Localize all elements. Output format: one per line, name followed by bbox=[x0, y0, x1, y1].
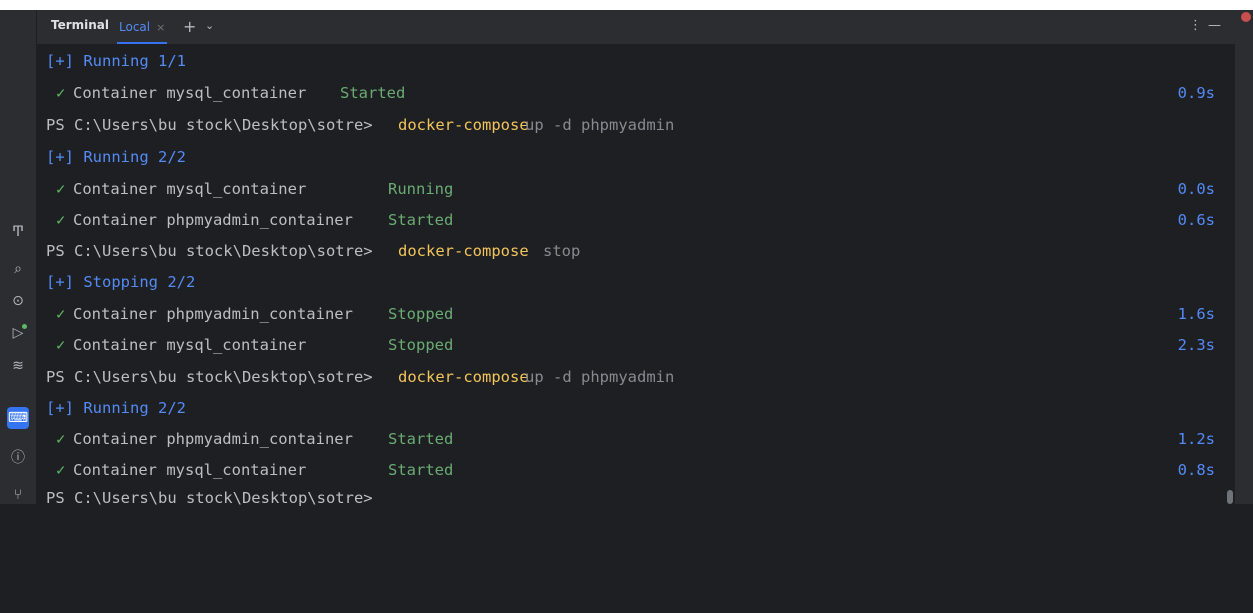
problems-icon[interactable]: ⓘ bbox=[7, 446, 29, 468]
container-state: Started bbox=[388, 211, 454, 229]
active-tab-indicator bbox=[117, 42, 168, 44]
record-icon[interactable] bbox=[1241, 12, 1251, 22]
terminal-icon[interactable]: ⌨ bbox=[7, 407, 29, 429]
check-icon: ✓ bbox=[56, 305, 66, 323]
elapsed-time: 0.9s bbox=[1177, 84, 1215, 102]
container-state: Running bbox=[388, 180, 454, 198]
terminal-line: ✓ Container phpmyadmin_container Started… bbox=[46, 207, 1221, 233]
command-args: up -d phpmyadmin bbox=[525, 116, 675, 134]
terminal-line: ✓ Container phpmyadmin_container Stopped… bbox=[46, 301, 1221, 327]
check-icon: ✓ bbox=[56, 84, 66, 102]
tab-local[interactable]: Local × bbox=[117, 10, 168, 44]
terminal-line: PS C:\Users\bu stock\Desktop\sotre> dock… bbox=[46, 112, 1221, 138]
terminal-line: ✓ Container mysql_container Running 0.0s bbox=[46, 176, 1221, 202]
container-name: Container phpmyadmin_container bbox=[73, 430, 353, 448]
command-text: docker-compose bbox=[398, 242, 529, 260]
terminal-line: PS C:\Users\bu stock\Desktop\sotre> dock… bbox=[46, 364, 1221, 390]
container-state: Stopped bbox=[388, 336, 454, 354]
terminal-line: PS C:\Users\bu stock\Desktop\sotre> bbox=[46, 485, 1221, 511]
terminal-line: [+] Running 1/1 bbox=[46, 48, 1221, 74]
command-text: docker-compose bbox=[398, 116, 529, 134]
chevron-down-icon[interactable]: ⌄ bbox=[205, 19, 214, 32]
status-text: [+] Running 1/1 bbox=[46, 52, 186, 70]
play-icon[interactable]: ⊙ bbox=[7, 290, 29, 312]
close-icon[interactable]: × bbox=[156, 21, 165, 34]
tool-window-sidebar: Ͳ ⌕ ⊙ ▷ ≋ ⌨ ⓘ ⑂ bbox=[0, 10, 37, 504]
prompt-text: PS C:\Users\bu stock\Desktop\sotre> bbox=[46, 242, 373, 260]
terminal-line: [+] Running 2/2 bbox=[46, 395, 1221, 421]
terminal-line: [+] Running 2/2 bbox=[46, 144, 1221, 170]
terminal-line: ✓ Container mysql_container Started 0.8s bbox=[46, 457, 1221, 483]
elapsed-time: 0.6s bbox=[1177, 211, 1215, 229]
more-options-icon[interactable]: ⋮ bbox=[1189, 18, 1208, 33]
terminal-line: ✓ Container mysql_container Started 0.9s bbox=[46, 80, 1221, 106]
new-tab-button[interactable]: + bbox=[183, 17, 196, 36]
container-name: Container phpmyadmin_container bbox=[73, 305, 353, 323]
container-state: Started bbox=[388, 461, 454, 479]
container-state: Stopped bbox=[388, 305, 454, 323]
window-top-strip bbox=[0, 0, 1253, 10]
terminal-line: ✓ Container mysql_container Stopped 2.3s bbox=[46, 332, 1221, 358]
container-name: Container phpmyadmin_container bbox=[73, 211, 353, 229]
command-args: up -d phpmyadmin bbox=[525, 368, 675, 386]
elapsed-time: 1.6s bbox=[1177, 305, 1215, 323]
container-name: Container mysql_container bbox=[73, 336, 307, 354]
status-text: [+] Stopping 2/2 bbox=[46, 273, 196, 291]
elapsed-time: 2.3s bbox=[1177, 336, 1215, 354]
terminal-line: ✓ Container phpmyadmin_container Started… bbox=[46, 426, 1221, 452]
right-toolbar bbox=[1235, 10, 1253, 504]
prompt-text: PS C:\Users\bu stock\Desktop\sotre> bbox=[46, 489, 373, 507]
container-name: Container mysql_container bbox=[73, 84, 307, 102]
container-name: Container mysql_container bbox=[73, 461, 307, 479]
container-state: Started bbox=[388, 430, 454, 448]
terminal-line: PS C:\Users\bu stock\Desktop\sotre> dock… bbox=[46, 238, 1221, 264]
search-icon[interactable]: ⌕ bbox=[7, 258, 29, 280]
layers-icon[interactable]: ≋ bbox=[7, 355, 29, 377]
container-state: Started bbox=[340, 84, 406, 102]
container-name: Container mysql_container bbox=[73, 180, 307, 198]
status-dot bbox=[22, 324, 27, 329]
terminal-line: [+] Stopping 2/2 bbox=[46, 269, 1221, 295]
git-icon[interactable]: ⑂ bbox=[7, 484, 29, 506]
elapsed-time: 0.8s bbox=[1177, 461, 1215, 479]
prompt-text: PS C:\Users\bu stock\Desktop\sotre> bbox=[46, 368, 373, 386]
status-text: [+] Running 2/2 bbox=[46, 148, 186, 166]
elapsed-time: 1.2s bbox=[1177, 430, 1215, 448]
check-icon: ✓ bbox=[56, 211, 66, 229]
status-text: [+] Running 2/2 bbox=[46, 399, 186, 417]
text-format-icon[interactable]: Ͳ bbox=[7, 221, 29, 243]
terminal-title: Terminal bbox=[51, 18, 110, 32]
window-controls: ⋮— bbox=[1189, 18, 1227, 33]
command-text: docker-compose bbox=[398, 368, 529, 386]
command-args: stop bbox=[543, 242, 581, 260]
run-icon[interactable]: ▷ bbox=[7, 322, 29, 344]
terminal-tab-bar: Terminal Local × + ⌄ ⋮— bbox=[37, 10, 1235, 45]
elapsed-time: 0.0s bbox=[1177, 180, 1215, 198]
terminal-scrollbar[interactable] bbox=[1227, 490, 1233, 504]
prompt-text: PS C:\Users\bu stock\Desktop\sotre> bbox=[46, 116, 373, 134]
check-icon: ✓ bbox=[56, 180, 66, 198]
minimize-icon[interactable]: — bbox=[1208, 18, 1227, 33]
check-icon: ✓ bbox=[56, 461, 66, 479]
tab-local-label: Local bbox=[119, 20, 151, 34]
check-icon: ✓ bbox=[56, 430, 66, 448]
check-icon: ✓ bbox=[56, 336, 66, 354]
